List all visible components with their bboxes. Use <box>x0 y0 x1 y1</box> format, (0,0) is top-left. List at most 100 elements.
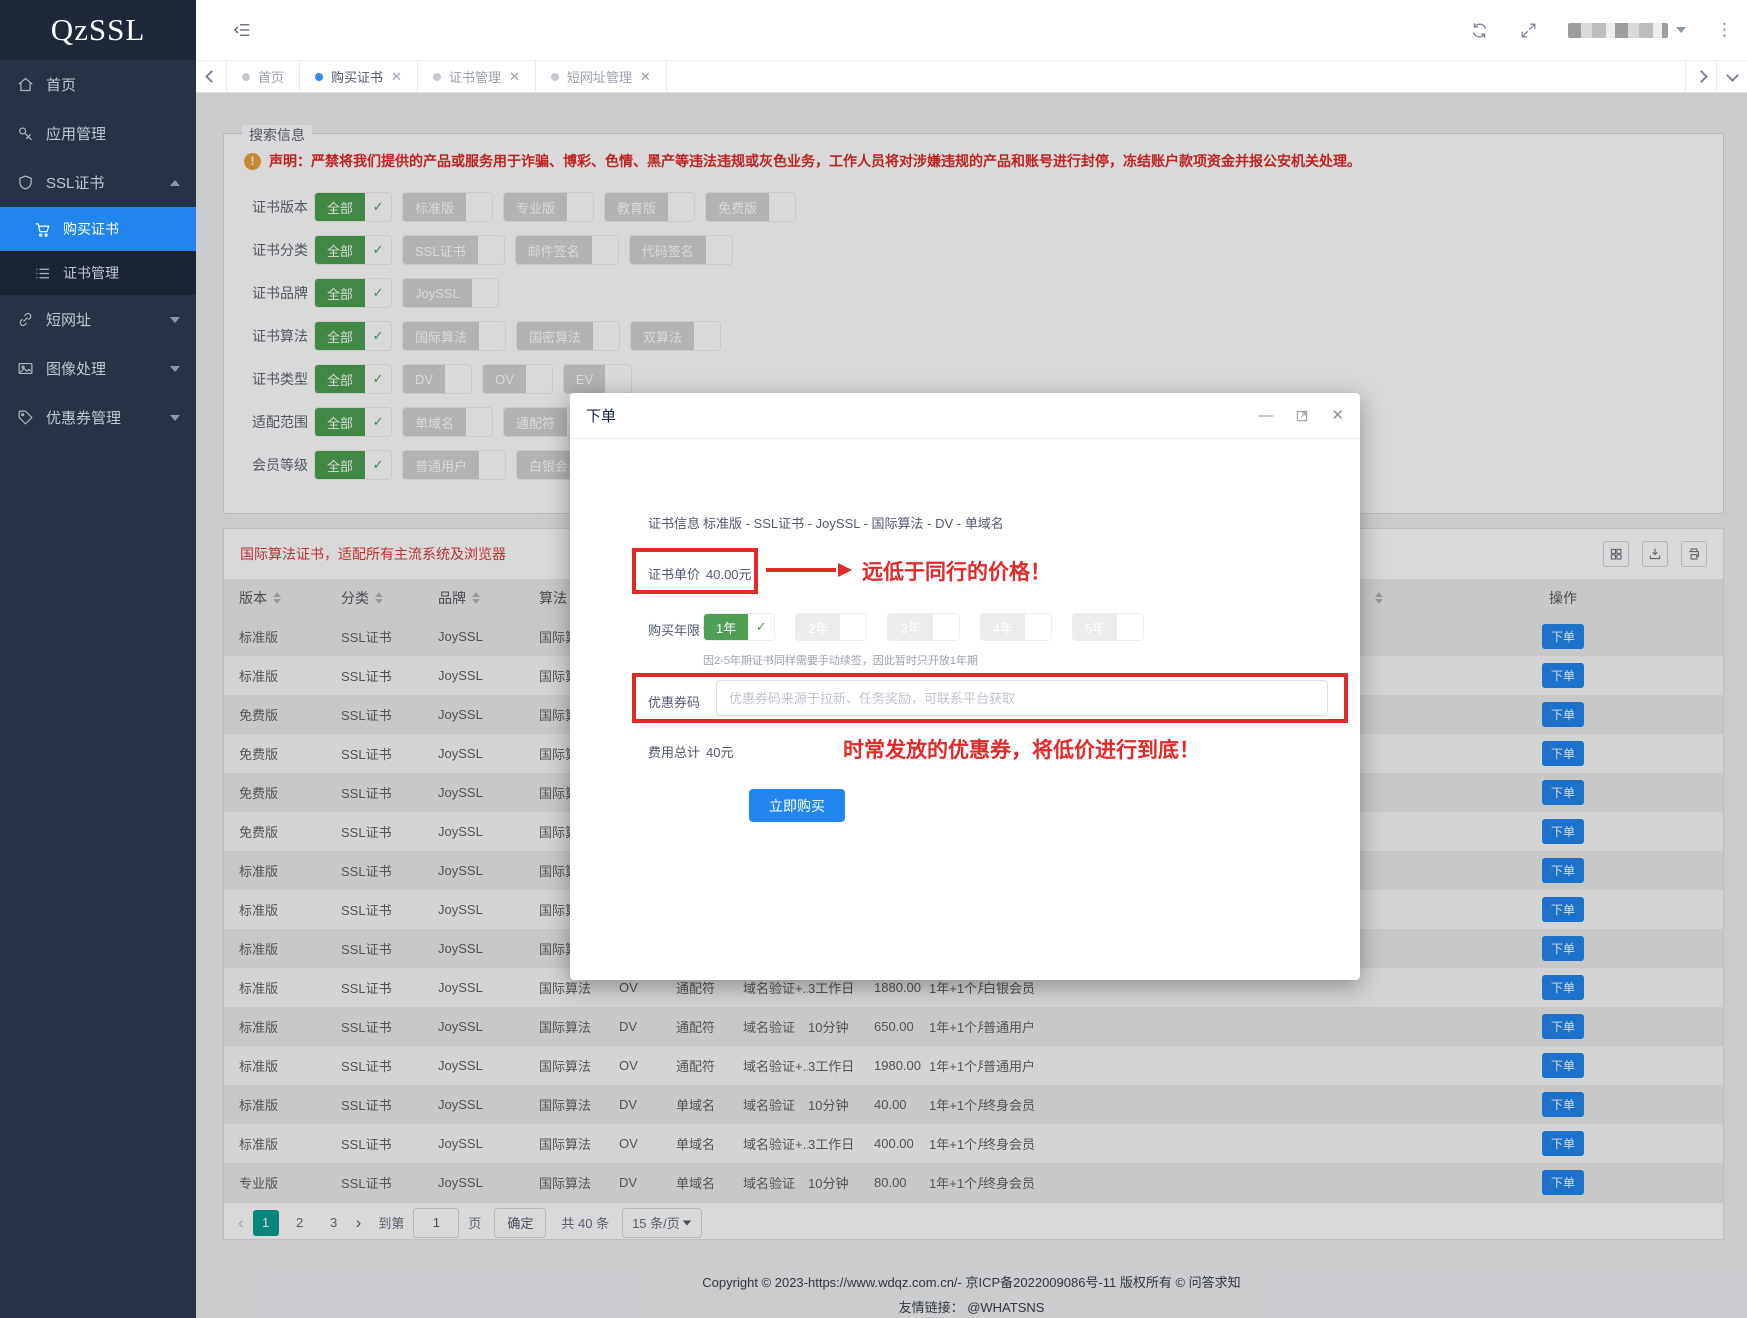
order-button[interactable]: 下单 <box>1542 858 1584 883</box>
order-button[interactable]: 下单 <box>1542 936 1584 961</box>
tab-close-icon[interactable]: ✕ <box>509 69 520 85</box>
sidebar-item-cert-management[interactable]: 证书管理 <box>0 251 196 295</box>
table-cell-action: 下单 <box>1503 1131 1623 1156</box>
sidebar-item-app-management[interactable]: 应用管理 <box>0 109 196 158</box>
filter-chip[interactable]: 国密算法✓ <box>516 321 620 351</box>
year-chip[interactable]: 1年✓ <box>703 613 775 641</box>
filter-chip[interactable]: 代码签名✓ <box>629 235 733 265</box>
filter-chip[interactable]: JoySSL✓ <box>402 278 499 308</box>
sidebar-item-buy-cert[interactable]: 购买证书 <box>0 207 196 251</box>
filter-chip[interactable]: 标准版✓ <box>402 192 493 222</box>
sort-icon[interactable] <box>472 592 480 604</box>
more-menu-icon[interactable]: ⋮ <box>1716 20 1733 40</box>
tab-首页[interactable]: 首页 <box>227 61 300 92</box>
topbar: ⋮ <box>196 0 1747 60</box>
tab-close-icon[interactable]: ✕ <box>640 69 651 85</box>
column-header[interactable]: 分类 <box>341 588 438 608</box>
filter-chip[interactable]: 单域名✓ <box>402 407 493 437</box>
order-button[interactable]: 下单 <box>1542 975 1584 1000</box>
tab-短网址管理[interactable]: 短网址管理✕ <box>536 61 667 92</box>
export-icon[interactable] <box>1642 541 1668 567</box>
sidebar-item-label: 证书管理 <box>63 263 119 283</box>
page-button[interactable]: 3 <box>321 1210 347 1236</box>
sort-icon[interactable] <box>273 592 281 604</box>
filter-chip[interactable]: 全部✓ <box>314 364 392 394</box>
table-cell: 标准版 <box>239 666 341 685</box>
sidebar-item-coupon-management[interactable]: 优惠券管理 <box>0 393 196 442</box>
column-header[interactable]: 版本 <box>239 588 341 608</box>
order-button[interactable]: 下单 <box>1542 624 1584 649</box>
filter-chip[interactable]: EV✓ <box>563 364 632 394</box>
filter-chip[interactable]: 普通用户✓ <box>402 450 506 480</box>
table-cell: OV <box>619 980 676 995</box>
page-button[interactable]: 1 <box>253 1210 279 1236</box>
filter-chip[interactable]: 邮件签名✓ <box>515 235 619 265</box>
table-cell: SSL证书 <box>341 978 438 997</box>
sidebar-item-ssl-cert[interactable]: SSL证书 <box>0 158 196 207</box>
filter-chip[interactable]: 国际算法✓ <box>402 321 506 351</box>
filter-chip[interactable]: SSL证书✓ <box>402 235 505 265</box>
order-button[interactable]: 下单 <box>1542 663 1584 688</box>
user-menu[interactable] <box>1568 23 1686 38</box>
table-row: 标准版SSL证书JoySSL国际算法DV单域名域名验证10分钟40.001年+1… <box>224 1085 1723 1124</box>
order-button[interactable]: 下单 <box>1542 1053 1584 1078</box>
jump-page-input[interactable] <box>413 1208 459 1238</box>
prev-page-icon[interactable]: ‹ <box>238 1213 244 1233</box>
buy-now-button[interactable]: 立即购买 <box>749 789 845 822</box>
filter-chip[interactable]: 全部✓ <box>314 278 392 308</box>
year-chip: 2年✓ <box>795 613 867 641</box>
tab-close-icon[interactable]: ✕ <box>391 69 402 85</box>
filter-chip[interactable]: DV✓ <box>402 364 472 394</box>
columns-grid-icon[interactable] <box>1603 541 1629 567</box>
chip-checkbox: ✓ <box>365 365 391 393</box>
friend-link[interactable]: @WHATSNS <box>967 1300 1044 1315</box>
sidebar-item-image-processing[interactable]: 图像处理 <box>0 344 196 393</box>
close-icon[interactable]: ✕ <box>1331 408 1344 423</box>
order-button[interactable]: 下单 <box>1542 780 1584 805</box>
page-button[interactable]: 2 <box>287 1210 313 1236</box>
tab-证书管理[interactable]: 证书管理✕ <box>418 61 536 92</box>
order-button[interactable]: 下单 <box>1542 702 1584 727</box>
filter-chip[interactable]: 全部✓ <box>314 192 392 222</box>
fullscreen-icon[interactable] <box>1519 21 1538 40</box>
minimize-icon[interactable]: — <box>1258 408 1273 423</box>
tab-购买证书[interactable]: 购买证书✕ <box>300 61 418 92</box>
filter-chip[interactable]: 全部✓ <box>314 321 392 351</box>
filter-chip[interactable]: 全部✓ <box>314 407 392 437</box>
next-page-icon[interactable]: › <box>356 1213 362 1233</box>
jump-confirm-button[interactable]: 确定 <box>494 1208 546 1238</box>
order-button[interactable]: 下单 <box>1542 1014 1584 1039</box>
filter-chip[interactable]: OV✓ <box>482 364 553 394</box>
order-button[interactable]: 下单 <box>1542 1170 1584 1195</box>
filter-chip[interactable]: 教育版✓ <box>604 192 695 222</box>
table-cell: JoySSL <box>438 707 539 722</box>
tabs-scroll-right-icon[interactable] <box>1685 61 1716 92</box>
filter-chip[interactable]: 双算法✓ <box>630 321 721 351</box>
sidebar-item-short-url[interactable]: 短网址 <box>0 295 196 344</box>
sort-icon[interactable] <box>375 592 383 604</box>
print-icon[interactable] <box>1681 541 1707 567</box>
annotation-arrow <box>766 563 852 577</box>
table-cell-action: 下单 <box>1503 741 1623 766</box>
tabs-scroll-left-icon[interactable] <box>196 61 227 92</box>
filter-row: 证书分类全部✓SSL证书✓邮件签名✓代码签名✓ <box>224 235 1723 265</box>
column-header[interactable]: 品牌 <box>438 588 539 608</box>
sidebar-collapse-icon[interactable] <box>232 21 252 39</box>
filter-chip[interactable]: 专业版✓ <box>503 192 594 222</box>
filter-chip[interactable]: 全部✓ <box>314 235 392 265</box>
coupon-code-input[interactable] <box>716 680 1328 716</box>
order-button[interactable]: 下单 <box>1542 897 1584 922</box>
order-button[interactable]: 下单 <box>1542 819 1584 844</box>
sort-icon[interactable] <box>1375 592 1383 604</box>
maximize-icon[interactable] <box>1295 409 1309 423</box>
tabs-menu-icon[interactable] <box>1716 61 1747 92</box>
sidebar-item-home[interactable]: 首页 <box>0 60 196 109</box>
filter-chip[interactable]: 免费版✓ <box>705 192 796 222</box>
order-button[interactable]: 下单 <box>1542 1131 1584 1156</box>
order-button[interactable]: 下单 <box>1542 741 1584 766</box>
filter-chip[interactable]: 全部✓ <box>314 450 392 480</box>
page-size-select[interactable]: 15 条/页 <box>622 1208 702 1238</box>
order-button[interactable]: 下单 <box>1542 1092 1584 1117</box>
refresh-icon[interactable] <box>1470 21 1489 40</box>
chevron-down-icon <box>170 366 180 372</box>
